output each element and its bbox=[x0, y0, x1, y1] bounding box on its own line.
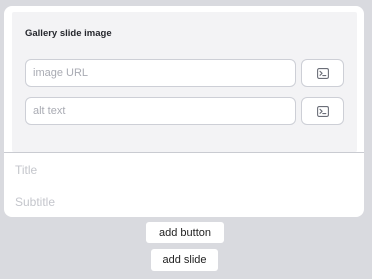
terminal-icon bbox=[316, 67, 329, 79]
add-slide-button[interactable]: add slide bbox=[151, 249, 218, 271]
gallery-slide-image-panel: Gallery slide image bbox=[12, 12, 357, 152]
slide-card: Gallery slide image bbox=[4, 6, 364, 217]
panel-title: Gallery slide image bbox=[25, 28, 112, 39]
add-button-button[interactable]: add button bbox=[146, 222, 224, 243]
alt-text-input[interactable] bbox=[25, 97, 296, 125]
alt-text-code-button[interactable] bbox=[301, 97, 344, 125]
image-url-code-button[interactable] bbox=[301, 59, 344, 87]
slide-title-input[interactable] bbox=[15, 161, 345, 179]
slide-subtitle-input[interactable] bbox=[15, 193, 345, 211]
terminal-icon bbox=[316, 105, 329, 117]
image-url-input[interactable] bbox=[25, 59, 296, 87]
divider bbox=[4, 152, 364, 153]
